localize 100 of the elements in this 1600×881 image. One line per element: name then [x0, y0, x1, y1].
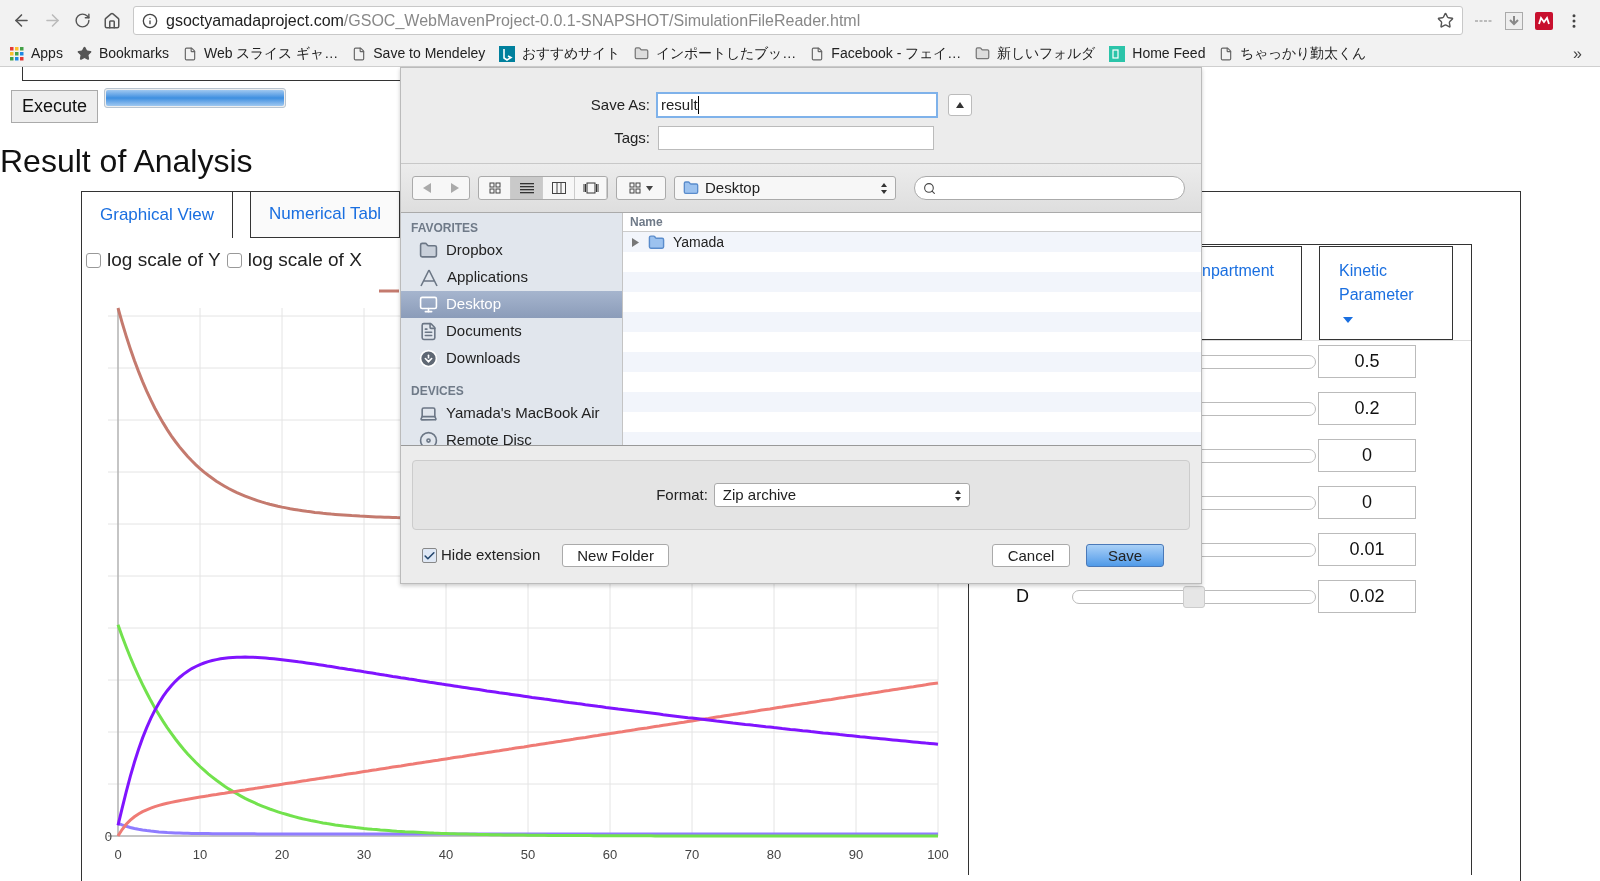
- url-host: gsoctyamadaproject.com: [166, 10, 344, 31]
- coverflow-icon: [582, 182, 599, 194]
- home-icon[interactable]: [103, 11, 121, 30]
- download-extension-icon[interactable]: [1505, 11, 1523, 30]
- bookmark-item[interactable]: Web スライス ギャ…: [182, 43, 339, 64]
- apps-grid-icon: [10, 46, 24, 61]
- bookmark-item[interactable]: Facebook - フェイ…: [810, 43, 962, 64]
- x-tick-label: 10: [192, 846, 208, 862]
- search-icon: [923, 181, 936, 195]
- x-tick-label: 50: [520, 846, 536, 862]
- tags-field[interactable]: [658, 126, 934, 150]
- new-folder-button[interactable]: New Folder: [562, 544, 669, 567]
- checkbox-label: log scale of X: [247, 248, 362, 272]
- folder-icon: [975, 46, 991, 61]
- sidebar-item[interactable]: Downloads: [401, 345, 622, 372]
- feed-logo-icon: [1109, 45, 1126, 62]
- legend-swatch: [379, 289, 399, 292]
- hide-extension-label: Hide extension: [441, 545, 541, 566]
- parameter-value-field[interactable]: 0.2: [1318, 392, 1416, 425]
- monitor-icon: [419, 295, 438, 314]
- disclosure-triangle-icon[interactable]: [631, 237, 640, 247]
- forward-triangle-icon: [451, 183, 459, 193]
- star-icon: [76, 46, 92, 61]
- sidebar-item[interactable]: Yamada's MacBook Air: [401, 400, 622, 427]
- mendeley-extension-icon[interactable]: [1535, 11, 1553, 30]
- page-icon: [810, 46, 825, 61]
- sidebar-heading: FAVORITES: [410, 220, 480, 237]
- tags-label: Tags:: [613, 127, 651, 148]
- parameter-value-field[interactable]: 0.01: [1318, 533, 1416, 566]
- view-tab[interactable]: Graphical View: [81, 191, 234, 238]
- bookmark-item[interactable]: Bookmarks: [76, 43, 169, 64]
- icon-grid-icon: [488, 182, 501, 194]
- folder-icon: [419, 241, 438, 260]
- execute-button[interactable]: Execute: [11, 90, 99, 123]
- info-icon: [142, 12, 158, 29]
- folder-icon: [634, 46, 650, 61]
- view-mode-button[interactable]: [511, 177, 543, 199]
- save-as-field[interactable]: result: [656, 92, 938, 118]
- bookmark-item[interactable]: インポートしたブッ…: [634, 43, 797, 64]
- checkbox-label: log scale of Y: [107, 248, 221, 272]
- parameter-value-field[interactable]: 0: [1318, 486, 1416, 519]
- parameter-tab[interactable]: Kinetic Parameter: [1319, 246, 1453, 340]
- back-icon[interactable]: [12, 11, 31, 30]
- checkbox[interactable]: [226, 252, 242, 268]
- b-logo-icon: [499, 45, 516, 62]
- page-icon: [1219, 46, 1234, 61]
- x-tick-label: 80: [766, 846, 782, 862]
- folder-icon: [648, 233, 665, 251]
- bookmark-item[interactable]: ちゃっかり勤太くん: [1219, 43, 1367, 64]
- expand-button[interactable]: [948, 94, 972, 116]
- icon-grid-icon: [629, 182, 641, 194]
- x-tick-label: 70: [684, 846, 700, 862]
- up-triangle-icon: [956, 102, 964, 108]
- x-tick-label: 60: [602, 846, 618, 862]
- view-tab[interactable]: Numerical Tabl: [250, 191, 401, 238]
- download-icon: [419, 349, 438, 368]
- sidebar-item[interactable]: Applications: [401, 264, 622, 291]
- save-button[interactable]: Save: [1086, 544, 1164, 567]
- caret-icon: [646, 185, 653, 191]
- reload-icon[interactable]: [74, 12, 91, 29]
- parameter-value-field[interactable]: 0.02: [1318, 580, 1416, 613]
- hide-extension-checkbox[interactable]: [422, 548, 437, 563]
- laptop-icon: [419, 404, 438, 423]
- page-title: Result of Analysis: [0, 142, 254, 180]
- address-bar[interactable]: gsoctyamadaproject.com/GSOC_WebMavenProject-0.0.1-SNAPSHOT/SimulationFileReader.html: [133, 6, 1463, 35]
- search-field[interactable]: [914, 176, 1185, 200]
- y-tick-label: 0: [104, 828, 112, 844]
- bookmark-item[interactable]: おすすめサイト: [499, 43, 621, 64]
- folder-icon: [683, 180, 699, 196]
- sidebar-heading: DEVICES: [410, 383, 465, 400]
- sidebar-item[interactable]: Dropbox: [401, 237, 622, 264]
- bookmark-item[interactable]: 新しいフォルダ: [975, 43, 1096, 64]
- parameter-value-field[interactable]: 0: [1318, 439, 1416, 472]
- caret-icon: [1343, 317, 1353, 323]
- bookmark-item[interactable]: Home Feed: [1109, 43, 1206, 64]
- save-as-label: Save As:: [589, 94, 651, 115]
- extension-dots-icon[interactable]: [1475, 17, 1493, 24]
- parameter-label: D: [1016, 586, 1029, 606]
- updown-arrows-icon: [954, 489, 961, 501]
- bookmark-item[interactable]: Apps: [10, 43, 63, 64]
- more-bookmarks-button[interactable]: »: [1573, 41, 1590, 66]
- cancel-button[interactable]: Cancel: [992, 544, 1070, 567]
- bookmark-star-icon[interactable]: [1437, 12, 1454, 29]
- columns-icon: [551, 182, 566, 194]
- parameter-value-field[interactable]: 0.5: [1318, 345, 1416, 378]
- slider-thumb[interactable]: [1183, 585, 1205, 608]
- sidebar-item[interactable]: Remote Disc: [401, 427, 622, 445]
- location-dropdown[interactable]: Desktop: [674, 176, 896, 200]
- arrange-button[interactable]: [616, 176, 666, 200]
- document-icon: [419, 322, 438, 341]
- checkbox[interactable]: [86, 252, 101, 268]
- file-row[interactable]: Yamada: [623, 232, 1201, 252]
- x-tick-label: 90: [848, 846, 864, 862]
- sidebar-item[interactable]: Documents: [401, 318, 622, 345]
- updown-arrows-icon: [881, 182, 887, 194]
- list-icon: [519, 182, 534, 194]
- x-tick-label: 20: [274, 846, 290, 862]
- url-path: /GSOC_WebMavenProject-0.0.1-SNAPSHOT/SimulationFileReader.html: [343, 10, 861, 31]
- bookmark-item[interactable]: Save to Mendeley: [352, 43, 486, 64]
- format-dropdown[interactable]: Zip archive: [713, 483, 970, 507]
